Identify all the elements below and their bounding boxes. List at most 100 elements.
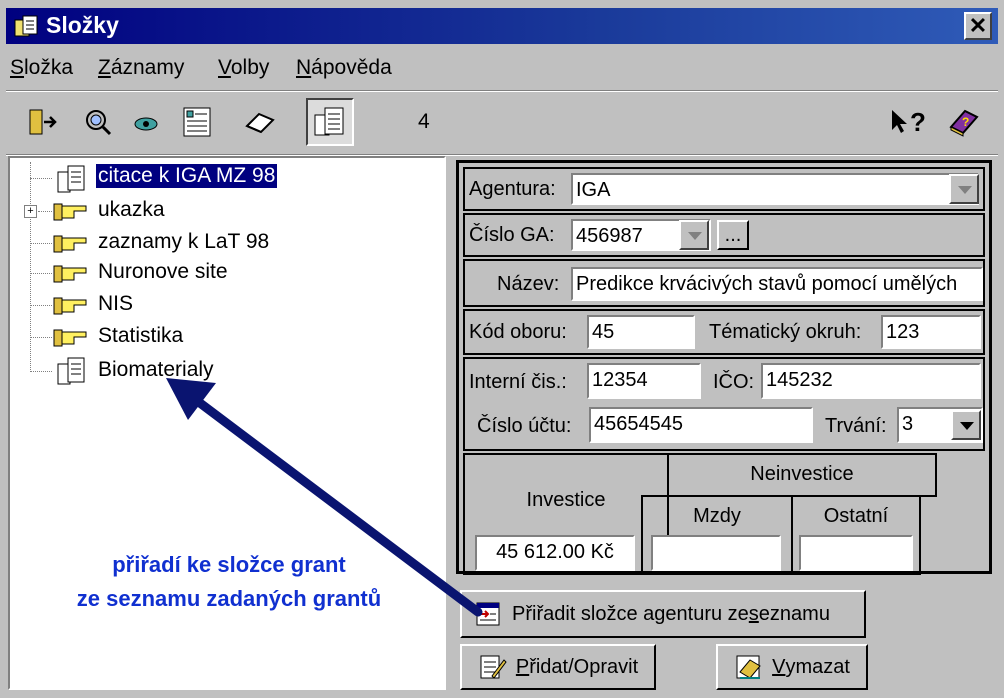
cislo-ga-value: 456987 <box>576 225 643 247</box>
edit-doc-icon <box>480 655 507 679</box>
folder-tree[interactable]: + citace k IGA MZ 98 ukazka zaznamy k La… <box>8 156 446 690</box>
ico-label: IČO: <box>713 371 755 393</box>
exit-door-icon <box>29 109 57 135</box>
tematicky-okruh-input[interactable]: 123 <box>881 315 981 349</box>
kod-oboru-input[interactable]: 45 <box>587 315 695 349</box>
nazev-label: Název: <box>497 273 560 295</box>
tree-item-nuronove[interactable]: Nuronove site <box>98 260 228 284</box>
tematicky-okruh-value: 123 <box>886 321 920 343</box>
menu-slozka-rest: ložka <box>24 56 74 79</box>
kod-oboru-label: Kód oboru: <box>469 321 567 343</box>
menu-zaznamy[interactable]: Záznamy <box>98 56 184 80</box>
tree-item-statistika[interactable]: Statistika <box>98 324 183 348</box>
mzdy-input[interactable] <box>651 535 781 571</box>
ostatni-label: Ostatní <box>823 505 889 527</box>
cislo-uctu-value: 45654545 <box>594 413 683 435</box>
menu-bar: Složka Záznamy Volby Nápověda <box>6 48 998 88</box>
mzdy-block: Mzdy <box>641 495 793 575</box>
tree-item-nis[interactable]: NIS <box>98 292 133 316</box>
annotation-line-1: přiřadí ke složce grant <box>112 552 346 577</box>
hand-pointer-icon <box>53 265 87 283</box>
records-button[interactable] <box>176 100 220 144</box>
neinvestice-header: Neinvestice <box>667 453 937 497</box>
assign-label-pre: Přiřadit složce agenturu ze <box>512 602 749 625</box>
view-button[interactable] <box>124 100 168 144</box>
cislo-uctu-label: Číslo účtu: <box>477 415 572 437</box>
menu-zaznamy-rest: áznamy <box>110 56 185 79</box>
folder-doc-icon <box>57 165 85 193</box>
tree-line <box>30 305 52 306</box>
title-bar: Složky ✕ <box>6 8 998 44</box>
agentura-dropdown-button[interactable] <box>949 174 979 204</box>
tree-line <box>30 337 52 338</box>
svg-text:?: ? <box>962 115 969 129</box>
assign-agency-button[interactable]: Přiřadit složce agenturu ze s eznamu <box>460 590 866 638</box>
close-icon: ✕ <box>968 13 988 38</box>
agentura-value: IGA <box>576 179 611 201</box>
delete-label-accel: V <box>772 655 786 678</box>
menu-napoveda-accel: N <box>296 56 312 79</box>
search-button[interactable] <box>76 100 120 144</box>
nazev-row: Název: Predikce krvácivých stavů pomocí … <box>463 259 985 307</box>
ostatni-input[interactable] <box>799 535 913 571</box>
delete-button[interactable]: Vymazat <box>716 644 868 690</box>
trvani-value: 3 <box>902 413 914 435</box>
investice-label: Investice <box>526 489 606 511</box>
close-button[interactable]: ✕ <box>964 12 992 40</box>
menu-volby[interactable]: Volby <box>218 56 269 80</box>
folder-count: 4 <box>418 110 430 133</box>
ico-input[interactable]: 145232 <box>761 363 981 399</box>
window-title: Složky <box>46 12 119 38</box>
context-help-button[interactable]: ? <box>884 100 928 144</box>
delete-label-post: ymazat <box>785 655 850 678</box>
tree-item-ukazka[interactable]: ukazka <box>98 198 165 222</box>
tree-item-citace[interactable]: citace k IGA MZ 98 <box>96 164 278 188</box>
trvani-dropdown-button[interactable] <box>951 410 981 440</box>
cislo-ga-label: Číslo GA: <box>469 224 555 246</box>
assign-label-accel: s <box>748 602 759 625</box>
search-icon <box>86 110 112 136</box>
agentura-row: Agentura: IGA <box>463 167 985 211</box>
help-book-button[interactable]: ? <box>942 100 986 144</box>
menu-volby-rest: olby <box>230 56 270 79</box>
cislo-uctu-input[interactable]: 45654545 <box>589 407 813 443</box>
menu-slozka[interactable]: Složka <box>10 56 73 80</box>
browse-button[interactable]: ... <box>717 220 749 250</box>
investice-value: 45 612.00 Kč <box>496 541 614 563</box>
ostatni-block: Ostatní <box>791 495 921 575</box>
tree-item-zaznamy[interactable]: zaznamy k LaT 98 <box>98 230 269 254</box>
ico-value: 145232 <box>766 369 833 391</box>
investice-input[interactable]: 45 612.00 Kč <box>475 535 635 571</box>
clear-button[interactable] <box>238 100 282 144</box>
menu-napoveda[interactable]: Nápověda <box>296 56 392 80</box>
tree-item-biomaterialy[interactable]: Biomaterialy <box>98 358 214 382</box>
nazev-input[interactable]: Predikce krvácivých stavů pomocí umělých <box>571 267 983 301</box>
add-edit-button[interactable]: Přidat/Opravit <box>460 644 656 690</box>
tematicky-okruh-label: Tématický okruh: <box>709 321 862 343</box>
ucet-block: Interní čis.: 12354 IČO: 145232 Číslo úč… <box>463 357 985 451</box>
exit-button[interactable] <box>20 100 64 144</box>
hand-pointer-icon <box>53 203 87 221</box>
add-label-accel: P <box>515 655 530 678</box>
tree-line-vertical <box>30 162 31 372</box>
tree-line <box>38 211 52 212</box>
help-question-mark: ? <box>910 106 926 137</box>
investice-block: Investice 45 612.00 Kč <box>463 453 669 575</box>
agentura-select[interactable]: IGA <box>571 173 979 205</box>
menu-volby-accel: V <box>218 56 231 79</box>
menu-napoveda-rest: ápověda <box>311 56 392 79</box>
agentura-label: Agentura: <box>469 178 556 200</box>
interni-cis-value: 12354 <box>592 369 648 391</box>
cislo-ga-row: Číslo GA: 456987 ... <box>463 213 985 257</box>
interni-cis-input[interactable]: 12354 <box>587 363 701 399</box>
menu-zaznamy-accel: Z <box>98 56 111 79</box>
window: Složky ✕ Složka Záznamy Volby Nápověda 4… <box>0 0 1004 698</box>
kod-oboru-value: 45 <box>592 321 615 343</box>
assign-label-post: eznamu <box>758 602 830 625</box>
grant-form: Agentura: IGA Číslo GA: 456987 ... Název… <box>456 160 992 575</box>
folders-button[interactable] <box>306 98 354 146</box>
cislo-ga-dropdown-button[interactable] <box>679 220 709 250</box>
expand-toggle[interactable]: + <box>24 205 37 218</box>
trvani-label: Trvání: <box>825 415 887 437</box>
mzdy-label: Mzdy <box>693 505 741 527</box>
